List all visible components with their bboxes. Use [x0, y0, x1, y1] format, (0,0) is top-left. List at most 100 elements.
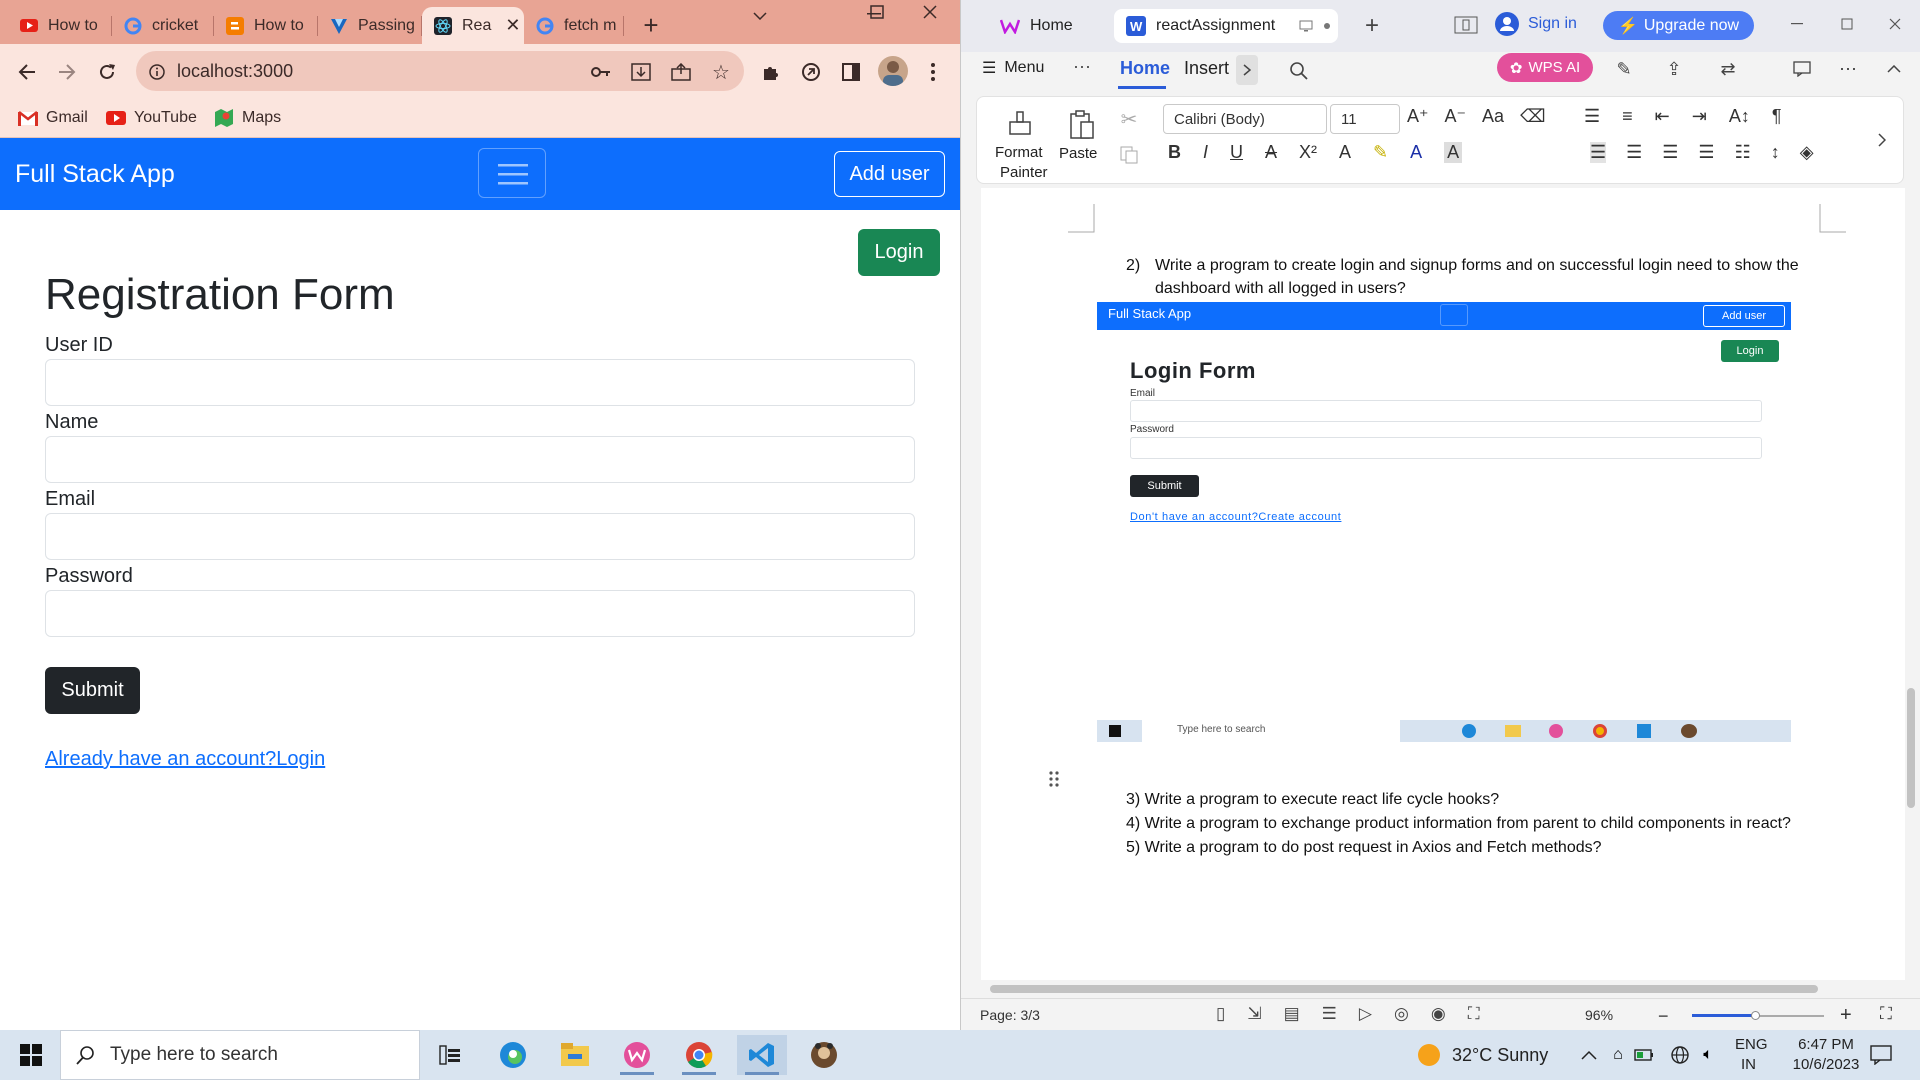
sync-icon[interactable]: ⇄ [1710, 55, 1746, 83]
windows-start-icon[interactable] [12, 1040, 50, 1070]
vertical-scrollbar[interactable] [1905, 184, 1920, 980]
password-input[interactable] [45, 590, 915, 637]
play-icon[interactable]: ▷ [1359, 1004, 1372, 1024]
horizontal-scroll-thumb[interactable] [990, 985, 1818, 993]
edge-icon[interactable] [488, 1035, 538, 1075]
navbar-brand[interactable]: Full Stack App [15, 160, 175, 189]
numbering-icon[interactable]: ≡ [1622, 106, 1633, 127]
eye-protection-icon[interactable]: ◉ [1431, 1004, 1446, 1024]
shading-icon[interactable]: ◈ [1800, 142, 1814, 163]
bullets-icon[interactable]: ☰ [1584, 106, 1600, 127]
font-family-select[interactable]: Calibri (Body) [1163, 104, 1327, 134]
strikethrough-icon[interactable]: A [1265, 142, 1277, 163]
align-right-icon[interactable]: ☰ [1662, 142, 1678, 163]
superscript-icon[interactable]: X² [1299, 142, 1317, 163]
align-left-icon[interactable]: ☰ [1590, 142, 1607, 163]
export-icon[interactable]: ⇲ [1247, 1004, 1261, 1024]
extensions-icon[interactable] [758, 59, 784, 85]
wps-close-icon[interactable] [1880, 12, 1910, 36]
url-text[interactable]: localhost:3000 [177, 61, 293, 82]
highlight-icon[interactable]: ✎ [1373, 142, 1388, 163]
embedded-screenshot[interactable]: Full Stack App Add user Login Login Form… [1097, 302, 1791, 742]
login-button[interactable]: Login [858, 229, 940, 276]
window-count-icon[interactable] [1452, 13, 1480, 37]
more-options-icon[interactable]: ⋯ [1834, 55, 1862, 83]
wps-ai-button[interactable]: ✿ WPS AI [1497, 53, 1593, 82]
vscode-icon[interactable] [737, 1035, 787, 1075]
navbar-toggler[interactable] [478, 148, 546, 198]
more-menu-button[interactable]: ··· [1073, 56, 1091, 77]
shrink-font-icon[interactable]: A⁻ [1445, 106, 1467, 127]
chrome-icon[interactable] [674, 1035, 724, 1075]
tab-home-ribbon[interactable]: Home [1120, 58, 1170, 79]
site-info-icon[interactable] [146, 61, 168, 83]
new-tab-icon[interactable]: + [636, 10, 666, 40]
outline-icon[interactable]: ☰ [1322, 1004, 1337, 1024]
network-globe-icon[interactable] [1668, 1043, 1692, 1067]
align-center-icon[interactable]: ☰ [1626, 142, 1642, 163]
language-bottom[interactable]: IN [1741, 1056, 1756, 1073]
grow-font-icon[interactable]: A⁺ [1407, 106, 1429, 127]
page-indicator[interactable]: Page: 3/3 [980, 1007, 1040, 1023]
file-explorer-icon[interactable] [550, 1035, 600, 1075]
ribbon-scroll-right-icon[interactable] [1872, 126, 1892, 154]
show-hidden-icons[interactable] [1578, 1043, 1600, 1067]
paragraph-mark-icon[interactable]: ¶ [1772, 106, 1782, 127]
zoom-in-icon[interactable]: + [1840, 1004, 1852, 1027]
bold-icon[interactable]: B [1168, 142, 1181, 163]
notification-icon[interactable] [1868, 1042, 1894, 1068]
char-shading-icon[interactable]: A [1444, 142, 1463, 163]
bookmark-youtube[interactable]: YouTube [106, 105, 197, 131]
wps-tab-home[interactable]: Home [988, 9, 1110, 43]
share-doc-icon[interactable]: ⇪ [1656, 55, 1692, 83]
side-panel-icon[interactable] [838, 59, 864, 85]
fit-page-icon[interactable]: ⛶ [1468, 1004, 1480, 1024]
wps-office-icon[interactable] [612, 1035, 662, 1075]
menu-kebab-icon[interactable] [920, 59, 946, 85]
tab-insert-ribbon[interactable]: Insert [1184, 58, 1229, 79]
line-spacing-icon[interactable]: ↕ [1771, 142, 1780, 163]
drag-handle-icon[interactable] [1046, 768, 1062, 790]
upgrade-button[interactable]: ⚡ Upgrade now [1603, 11, 1754, 40]
battery-icon[interactable] [1632, 1043, 1656, 1067]
key-icon[interactable] [588, 59, 614, 85]
read-mode-icon[interactable]: ▯ [1216, 1004, 1225, 1024]
cut-icon[interactable]: ✂ [1114, 106, 1144, 132]
zoom-out-icon[interactable]: − [1658, 1006, 1669, 1027]
chevron-down-icon[interactable] [748, 4, 772, 28]
sign-in-button[interactable]: Sign in [1494, 11, 1577, 37]
weather-text[interactable]: 32°C Sunny [1452, 1045, 1548, 1066]
italic-icon[interactable]: I [1203, 142, 1208, 163]
edit-icon[interactable]: ✎ [1610, 55, 1638, 83]
volume-icon[interactable]: 🔈︎ [1696, 1043, 1720, 1067]
clock-date[interactable]: 10/6/2023 [1788, 1056, 1864, 1073]
ribbon-next-icon[interactable] [1236, 55, 1258, 85]
zoom-slider-thumb[interactable] [1751, 1011, 1760, 1020]
text-effect-icon[interactable]: A [1339, 142, 1351, 163]
user-id-input[interactable] [45, 359, 915, 406]
wps-minimize-icon[interactable] [1782, 12, 1812, 36]
font-color-icon[interactable]: A [1410, 142, 1422, 163]
clear-format-icon[interactable]: ⌫ [1520, 106, 1545, 127]
wps-new-tab-icon[interactable]: + [1358, 12, 1386, 40]
extension-icon[interactable] [798, 59, 824, 85]
comment-icon[interactable] [1788, 55, 1816, 83]
submit-button[interactable]: Submit [45, 667, 140, 714]
wps-maximize-icon[interactable] [1832, 12, 1862, 36]
email-input[interactable] [45, 513, 915, 560]
format-painter-icon[interactable] [1004, 108, 1036, 140]
wps-tab-document[interactable]: W reactAssignment [1114, 9, 1338, 43]
bookmark-star-icon[interactable]: ☆ [708, 59, 734, 85]
page-view-icon[interactable]: ▤ [1284, 1004, 1300, 1024]
reload-icon[interactable] [92, 59, 122, 85]
fullscreen-icon[interactable]: ⛶ [1880, 1004, 1892, 1024]
login-link[interactable]: Already have an account?Login [45, 748, 325, 771]
forward-icon[interactable] [52, 59, 82, 85]
paste-label[interactable]: Paste [1059, 145, 1097, 162]
tab-google-cricket[interactable]: cricket [112, 7, 214, 44]
web-view-icon[interactable]: ◎ [1394, 1004, 1409, 1024]
profile-avatar[interactable] [878, 56, 908, 86]
collapse-ribbon-icon[interactable] [1880, 55, 1908, 83]
close-window-icon[interactable] [918, 0, 942, 24]
text-direction-icon[interactable]: A↕ [1729, 106, 1750, 127]
